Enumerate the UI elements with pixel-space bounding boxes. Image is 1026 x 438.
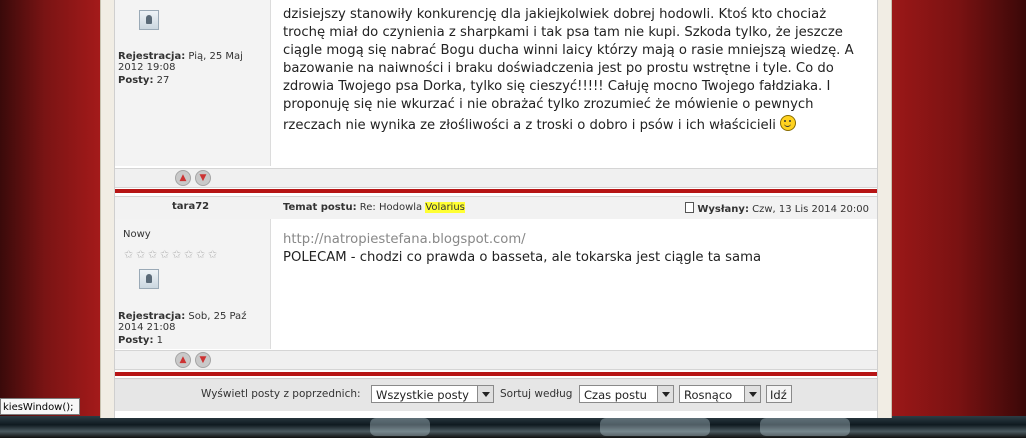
star-icon: ✩ [136,248,146,261]
private-message-icon[interactable] [139,10,159,30]
post2-subject: Temat postu: Re: Hodowla Volarius [283,202,465,213]
post1-text: dzisiejszy stanowiły konkurencję dla jak… [283,7,854,133]
post2-posts-count: Posty: 1 [118,335,164,346]
star-icon: ✩ [208,248,218,261]
desktop-wallpaper-strip [0,416,1026,438]
scroll-down-icon[interactable]: ▼ [195,352,211,368]
scroll-up-icon[interactable]: ▲ [175,352,191,368]
star-icon: ✩ [124,248,134,261]
star-icon: ✩ [196,248,206,261]
post2-registration: Rejestracja: Sob, 25 Paź 2014 21:08 [118,311,247,333]
show-posts-label: Wyświetl posty z poprzednich: [201,388,361,400]
chevron-down-icon [477,386,493,402]
post2-link[interactable]: http://natropiestefana.blogspot.com/ [283,231,863,249]
scroll-down-icon[interactable]: ▼ [195,170,211,186]
status-tooltip: kiesWindow(); [0,398,80,415]
star-icon: ✩ [184,248,194,261]
post1-footer: ▲ ▼ [115,168,877,188]
chevron-down-icon [657,386,673,402]
post2-header: tara72 Temat postu: Re: Hodowla Volarius… [115,196,877,220]
smiley-icon [780,114,797,131]
scroll-up-icon[interactable]: ▲ [175,170,191,186]
post-document-icon [685,202,695,213]
sort-by-select[interactable]: Czas postu [579,385,674,403]
post2-body: http://natropiestefana.blogspot.com/ POL… [271,219,877,349]
page-background-right [890,0,1026,418]
post2-sent-date: Wysłany: Czw, 13 Lis 2014 20:00 [685,202,869,215]
show-posts-select[interactable]: Wszystkie posty [371,385,494,403]
post1-posts-count: Posty: 27 [118,75,170,86]
rank-stars: ✩ ✩ ✩ ✩ ✩ ✩ ✩ ✩ [124,249,219,260]
chevron-down-icon [744,386,760,402]
post2-text: POLECAM - chodzi co prawda o basseta, al… [283,250,762,265]
posts-table: Rejestracja: Pią, 25 Maj 2012 19:08 Post… [114,0,878,418]
post1-registration: Rejestracja: Pią, 25 Maj 2012 19:08 [118,51,243,73]
post1-author-panel: Rejestracja: Pią, 25 Maj 2012 19:08 Post… [115,0,271,166]
star-icon: ✩ [172,248,182,261]
post2-author-panel: Nowy ✩ ✩ ✩ ✩ ✩ ✩ ✩ ✩ Rejestracja: Sob, 2… [115,219,271,349]
star-icon: ✩ [148,248,158,261]
private-message-icon[interactable] [139,269,159,289]
sort-by-label: Sortuj według [500,388,573,400]
star-icon: ✩ [160,248,170,261]
post2-footer: ▲ ▼ [115,350,877,370]
post-divider [115,189,877,193]
page-background-left [0,0,100,418]
forum-frame: Rejestracja: Pią, 25 Maj 2012 19:08 Post… [100,0,892,418]
go-button[interactable]: Idź [766,385,792,403]
display-options-bar: Wyświetl posty z poprzednich: Wszystkie … [115,378,877,411]
sort-order-select[interactable]: Rosnąco [679,385,761,403]
post2-author[interactable]: tara72 [172,201,209,212]
post2-rank: Nowy [123,229,151,240]
post-divider [115,372,877,376]
post1-body: dzisiejszy stanowiły konkurencję dla jak… [271,0,877,166]
